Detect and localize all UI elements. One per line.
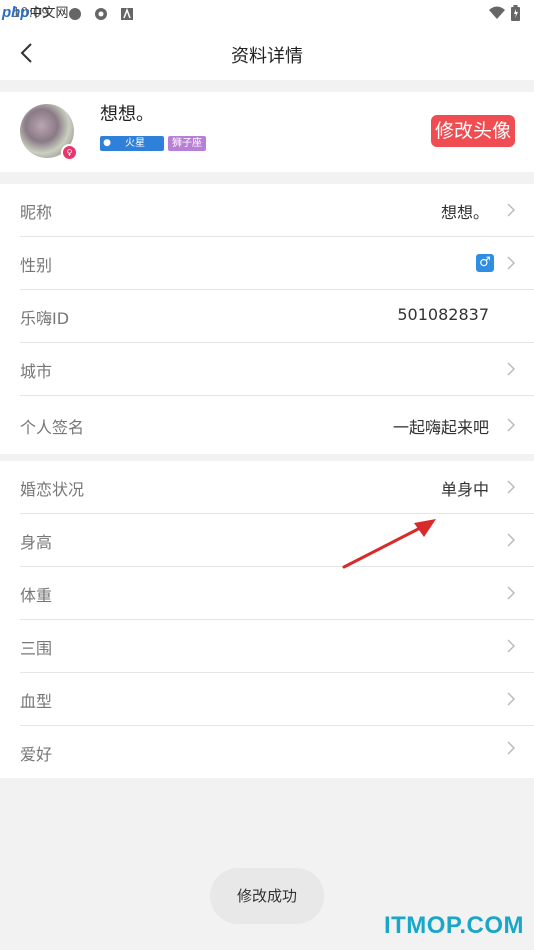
profile-card: ♀ 想想。 ● 火星 狮子座 修改头像 <box>0 92 534 172</box>
nav-bar: 资料详情 <box>0 28 534 80</box>
row-label: 婚恋状况 <box>20 480 85 499</box>
status-bar: 10:09 php中文网 <box>0 0 534 28</box>
location-tag: ● 火星 <box>100 136 164 151</box>
chevron-right-icon <box>507 692 516 706</box>
row-label: 个人签名 <box>20 418 85 437</box>
red-arrow-annotation-icon <box>342 519 436 569</box>
font-icon <box>121 7 133 20</box>
profile-nickname: 想想。 <box>100 104 154 125</box>
row-label: 体重 <box>20 586 53 605</box>
edit-avatar-button[interactable]: 修改头像 <box>430 115 515 147</box>
chevron-right-icon <box>507 418 516 432</box>
wifi-icon <box>489 6 505 19</box>
chevron-right-icon <box>507 256 516 270</box>
extra-info-group: 婚恋状况 单身中 身高 体重 三围 血型 爱好 <box>0 461 534 778</box>
row-nickname[interactable]: 昵称 想想。 <box>20 184 534 237</box>
location-pin-icon: ● <box>103 138 111 148</box>
location-tag-label: 火星 <box>125 138 145 149</box>
row-signature[interactable]: 个人签名 一起嗨起来吧 <box>20 396 534 454</box>
battery-icon <box>511 5 520 21</box>
chevron-right-icon <box>507 741 516 755</box>
row-height[interactable]: 身高 <box>20 514 534 567</box>
row-id: 乐嗨ID 501082837 <box>20 290 534 343</box>
row-blood-type[interactable]: 血型 <box>20 673 534 726</box>
toast-message: 修改成功 <box>210 868 324 924</box>
female-badge-icon: ♀ <box>61 144 78 161</box>
chevron-right-icon <box>507 480 516 494</box>
chevron-right-icon <box>507 533 516 547</box>
row-value: 501082837 <box>397 305 489 324</box>
row-value: 想想。 <box>440 203 489 222</box>
male-icon: ♂ <box>476 254 494 272</box>
row-measurements[interactable]: 三围 <box>20 620 534 673</box>
chevron-right-icon <box>507 203 516 217</box>
row-hobbies[interactable]: 爱好 <box>20 726 534 778</box>
row-label: 城市 <box>20 362 53 381</box>
row-label: 爱好 <box>20 745 53 764</box>
zodiac-tag: 狮子座 <box>168 136 206 151</box>
itmop-watermark: ITMOP.COM <box>383 912 524 939</box>
sync-icon <box>69 8 81 20</box>
page-title: 资料详情 <box>231 46 303 67</box>
status-right-icons <box>489 5 520 21</box>
row-value: 一起嗨起来吧 <box>392 418 489 437</box>
row-label: 身高 <box>20 533 53 552</box>
aperture-icon <box>95 8 107 20</box>
chevron-right-icon <box>507 639 516 653</box>
basic-info-group: 昵称 想想。 性别 ♂ 乐嗨ID 501082837 城市 个人签名 一起嗨起来… <box>0 184 534 454</box>
row-gender[interactable]: 性别 ♂ <box>20 237 534 290</box>
chevron-right-icon <box>507 586 516 600</box>
row-label: 昵称 <box>20 203 53 222</box>
row-label: 性别 <box>20 256 53 275</box>
row-weight[interactable]: 体重 <box>20 567 534 620</box>
row-label: 乐嗨ID <box>20 309 70 328</box>
row-label: 三围 <box>20 639 53 658</box>
row-marital[interactable]: 婚恋状况 单身中 <box>20 461 534 514</box>
php-watermark: php中文网 <box>2 4 69 21</box>
row-label: 血型 <box>20 692 53 711</box>
row-city[interactable]: 城市 <box>20 343 534 396</box>
chevron-right-icon <box>507 362 516 376</box>
row-value: 单身中 <box>440 480 489 499</box>
